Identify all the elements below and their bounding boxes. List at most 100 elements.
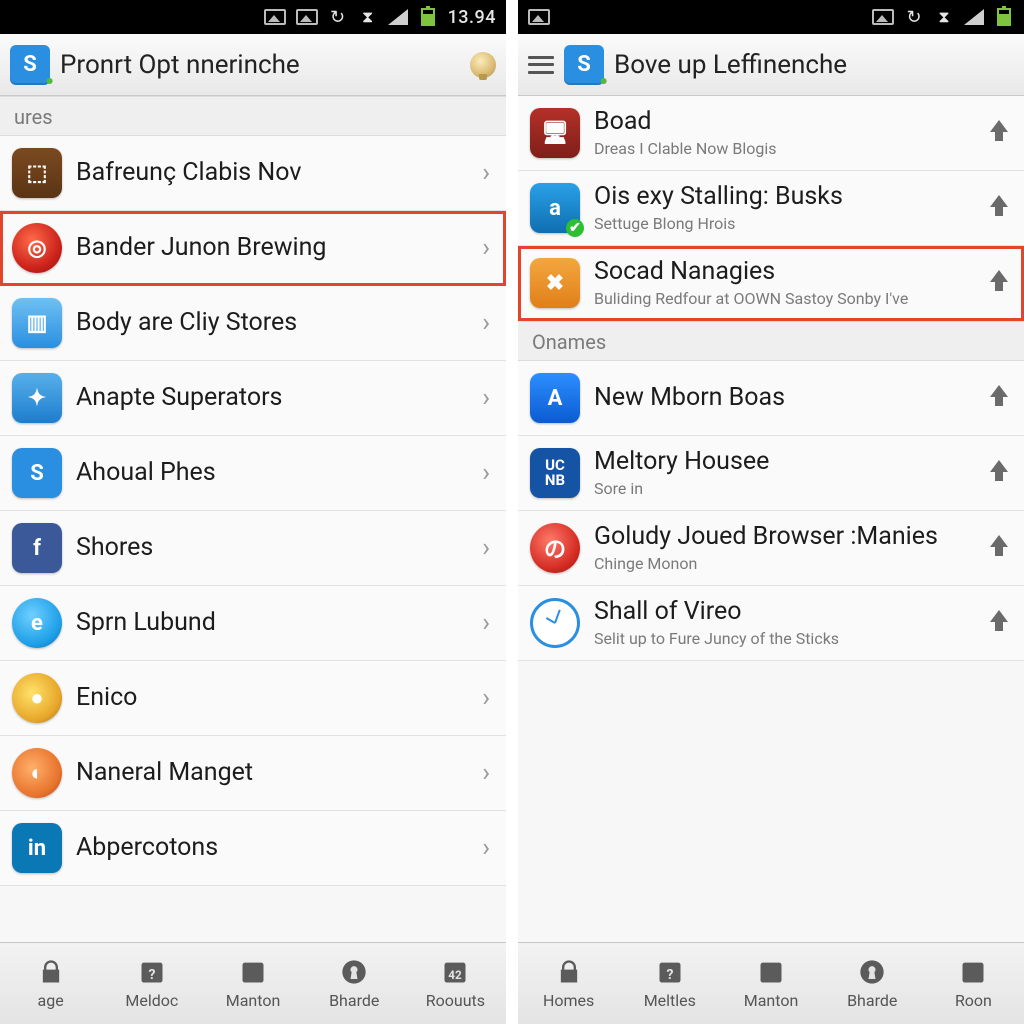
app-header: S Bove up Leffinenche: [518, 34, 1024, 96]
svg-text:?: ?: [148, 967, 155, 983]
chevron-right-icon: ›: [478, 458, 494, 488]
list-item-title: Sprn Lubund: [76, 609, 464, 638]
tab-bar: Homes? Meltles Manton Bharde Roon: [518, 942, 1024, 1024]
chevron-right-icon: ›: [478, 608, 494, 638]
chevron-right-icon: ›: [478, 233, 494, 263]
list-item[interactable]: ▥Body are Cliy Stores›: [0, 286, 506, 361]
list-item-title: Meltory Housee: [594, 448, 972, 477]
app-item-icon: ✖: [530, 258, 580, 308]
list-item[interactable]: ◎Bander Junon Brewing›: [0, 211, 506, 286]
chevron-right-icon: ›: [478, 833, 494, 863]
list-item-title: New Mborn Boas: [594, 384, 972, 413]
tab-age[interactable]: age: [0, 943, 101, 1024]
list-item[interactable]: A New Mborn Boas: [518, 361, 1024, 436]
lock-icon: [552, 957, 586, 987]
list-item[interactable]: ⬚Bafreunç Clabis Nov›: [0, 136, 506, 211]
signal-icon: [388, 7, 408, 27]
list-item-subtitle: Selit up to Fure Juncy of the Sticks: [594, 629, 972, 648]
tab-manton[interactable]: Manton: [720, 943, 821, 1024]
phone-right: ↻ ⧗ S Bove up Leffinenche 🖥BoadDreas I C…: [512, 0, 1024, 1024]
wifi-icon: ⧗: [934, 7, 954, 27]
list-item-subtitle: Chinge Monon: [594, 554, 972, 573]
keyhole-icon: [337, 957, 371, 987]
upvote-icon[interactable]: [986, 195, 1012, 221]
tab-roouuts[interactable]: 42 Roouuts: [405, 943, 506, 1024]
tab-label: Manton: [226, 991, 281, 1010]
list-item[interactable]: UC NBMeltory HouseeSore in: [518, 436, 1024, 511]
list-item-title: Anapte Superators: [76, 384, 464, 413]
tab-meldoc[interactable]: ?Meldoc: [101, 943, 202, 1024]
tab-label: Homes: [543, 991, 594, 1010]
app-item-icon: S: [12, 448, 62, 498]
app-icon[interactable]: S: [10, 45, 50, 85]
list-item[interactable]: ✖Socad NanagiesBuliding Redfour at OOWN …: [518, 246, 1024, 321]
list-item-title: Bafreunç Clabis Nov: [76, 159, 464, 188]
chevron-right-icon: ›: [478, 683, 494, 713]
status-time: 13.94: [448, 7, 496, 28]
section-header: Onames: [518, 321, 1024, 361]
app-header: S Pronrt Opt nnerinche: [0, 34, 506, 96]
sync-icon: ↻: [904, 7, 924, 27]
upvote-icon[interactable]: [986, 385, 1012, 411]
app-item-icon: [530, 598, 580, 648]
app-item-icon: a: [530, 183, 580, 233]
list-item[interactable]: eSprn Lubund›: [0, 586, 506, 661]
list-item[interactable]: ◐Naneral Manget›: [0, 736, 506, 811]
list-item[interactable]: inAbpercotons›: [0, 811, 506, 886]
phone-left: ↻ ⧗ 13.94 S Pronrt Opt nnerinche ures ⬚B…: [0, 0, 512, 1024]
upvote-icon[interactable]: [986, 120, 1012, 146]
upvote-icon[interactable]: [986, 270, 1012, 296]
list-bottom[interactable]: A New Mborn Boas UC NBMeltory HouseeSore i…: [518, 361, 1024, 942]
chevron-right-icon: ›: [478, 758, 494, 788]
list-item[interactable]: aOis exy Stalling: BusksSettuge Blong Hr…: [518, 171, 1024, 246]
tab-bharde[interactable]: Bharde: [304, 943, 405, 1024]
list-item-title: Enico: [76, 684, 464, 713]
list-item-title: Naneral Manget: [76, 759, 464, 788]
list-item-title: Body are Cliy Stores: [76, 309, 464, 338]
tab-homes[interactable]: Homes: [518, 943, 619, 1024]
app-icon-letter: S: [577, 52, 591, 77]
cal-q-icon: ?: [135, 957, 169, 987]
app-item-icon: A: [530, 373, 580, 423]
tab-label: Roouuts: [426, 991, 485, 1010]
list-item-subtitle: Dreas I Clable Now Blogis: [594, 139, 972, 158]
list[interactable]: ⬚Bafreunç Clabis Nov›◎Bander Junon Brewi…: [0, 136, 506, 942]
tab-roon[interactable]: Roon: [923, 943, 1024, 1024]
cal-42-icon: 42: [438, 957, 472, 987]
cal-icon: [236, 957, 270, 987]
battery-icon: [994, 7, 1014, 27]
list-item[interactable]: fShores›: [0, 511, 506, 586]
list-top[interactable]: 🖥BoadDreas I Clable Now BlogisaOis exy S…: [518, 96, 1024, 321]
menu-icon[interactable]: [528, 56, 554, 74]
cal-icon: [754, 957, 788, 987]
list-item[interactable]: のGoludy Joued Browser :ManiesChinge Mono…: [518, 511, 1024, 586]
app-icon-letter: S: [23, 52, 37, 77]
tab-meltles[interactable]: ? Meltles: [619, 943, 720, 1024]
bulb-icon[interactable]: [470, 52, 496, 78]
list-item-subtitle: Settuge Blong Hrois: [594, 214, 972, 233]
list-item-subtitle: Buliding Redfour at OOWN Sastoy Sonby I'…: [594, 289, 972, 308]
app-item-icon: f: [12, 523, 62, 573]
list-item[interactable]: Shall of VireoSelit up to Fure Juncy of …: [518, 586, 1024, 661]
list-item[interactable]: ✦Anapte Superators›: [0, 361, 506, 436]
tab-label: Meltles: [644, 991, 696, 1010]
upvote-icon[interactable]: [986, 610, 1012, 636]
upvote-icon[interactable]: [986, 460, 1012, 486]
chevron-right-icon: ›: [478, 308, 494, 338]
list-item[interactable]: 🖥BoadDreas I Clable Now Blogis: [518, 96, 1024, 171]
upvote-icon[interactable]: [986, 535, 1012, 561]
tab-label: Bharde: [329, 991, 379, 1010]
list-item[interactable]: ●Enico›: [0, 661, 506, 736]
tab-bharde[interactable]: Bharde: [822, 943, 923, 1024]
section-header: ures: [0, 96, 506, 136]
svg-text:?: ?: [666, 967, 673, 983]
app-item-icon: ◎: [12, 223, 62, 273]
tab-label: Roon: [955, 991, 992, 1010]
app-item-icon: ✦: [12, 373, 62, 423]
app-icon[interactable]: S: [564, 45, 604, 85]
cal-q-icon: ?: [653, 957, 687, 987]
wifi-icon: ⧗: [358, 7, 378, 27]
tab-manton[interactable]: Manton: [202, 943, 303, 1024]
tab-label: Bharde: [847, 991, 897, 1010]
list-item[interactable]: SAhoual Phes›: [0, 436, 506, 511]
